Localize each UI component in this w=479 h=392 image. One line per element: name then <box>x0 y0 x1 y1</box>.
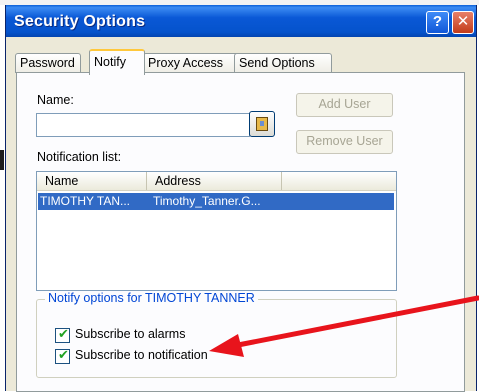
tab-notify[interactable]: Notify <box>89 49 145 75</box>
red-annotation-arrow <box>209 295 479 357</box>
arrow-shaft <box>235 295 479 348</box>
arrow-head <box>209 334 244 357</box>
